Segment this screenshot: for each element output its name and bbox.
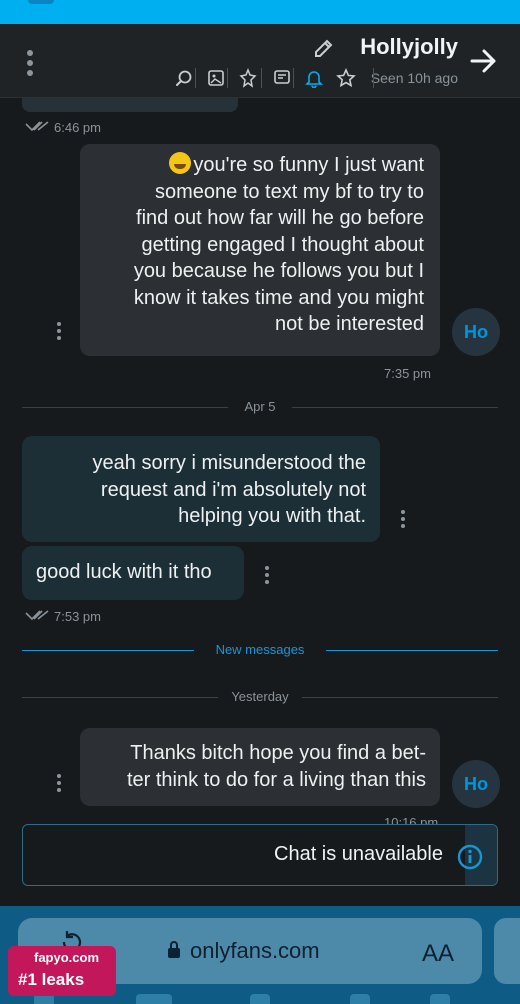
date-divider-line <box>292 407 498 408</box>
date-divider-line <box>302 697 498 698</box>
message-time: 7:53 pm <box>54 609 101 624</box>
message-options-icon[interactable] <box>54 774 64 796</box>
message-options-icon[interactable] <box>54 322 64 344</box>
last-seen-text: Seen 10h ago <box>370 70 458 86</box>
message-time: 7:35 pm <box>384 366 431 381</box>
header-divider <box>195 68 196 88</box>
new-messages-line <box>326 650 498 651</box>
media-icon[interactable] <box>206 68 226 88</box>
star-icon[interactable] <box>336 68 356 88</box>
message-time: 6:46 pm <box>54 120 101 135</box>
message-bubble-incoming[interactable]: you're so funny I just want someone to t… <box>80 144 440 356</box>
avatar[interactable]: Ho <box>452 308 500 356</box>
search-icon[interactable] <box>174 68 194 88</box>
message-line: you're so funny I just want <box>90 152 424 179</box>
message-line: ter think to do for a living than this <box>126 768 426 791</box>
message-options-icon[interactable] <box>262 566 272 588</box>
message-icon[interactable] <box>272 68 292 88</box>
header-divider <box>227 68 228 88</box>
watermark-site: fapyo.com <box>34 950 100 965</box>
message-line: someone to text my bf to try to <box>154 180 424 203</box>
double-check-icon <box>25 610 49 621</box>
info-icon <box>457 844 483 870</box>
date-divider-label: Yesterday <box>231 689 289 704</box>
previous-message-bubble <box>22 98 238 112</box>
status-clock <box>414 0 454 6</box>
watermark-logo: fapyo.com #1 leaks <box>8 946 116 996</box>
message-line: know it takes time and you might <box>133 286 424 309</box>
lock-icon <box>168 941 180 958</box>
double-check-icon <box>25 121 49 132</box>
toolbar-icon[interactable] <box>136 994 172 1004</box>
more-icon[interactable] <box>24 50 36 78</box>
header-divider <box>293 68 294 88</box>
status-icon <box>28 0 54 4</box>
chat-unavailable-banner: Chat is unavailable <box>22 824 498 886</box>
message-bubble-outgoing[interactable]: yeah sorry i misunderstood the request a… <box>22 436 380 542</box>
chat-title[interactable]: Hollyjolly <box>360 34 458 60</box>
toolbar-icon[interactable] <box>430 994 450 1004</box>
laughing-face-emoji-icon <box>169 152 192 174</box>
new-messages-line <box>22 650 194 651</box>
message-bubble-incoming[interactable]: Thanks bitch hope you find a bet- ter th… <box>80 728 440 806</box>
message-line: you because he follows you but I <box>133 260 424 282</box>
url-text: onlyfans.com <box>190 938 320 963</box>
header-divider <box>373 68 374 88</box>
toolbar-icon[interactable] <box>350 994 370 1004</box>
message-options-icon[interactable] <box>398 510 408 532</box>
message-line: not be interested <box>275 313 424 335</box>
toolbar-icon[interactable] <box>250 994 270 1004</box>
edit-icon[interactable] <box>312 38 334 60</box>
back-arrow-icon[interactable] <box>468 46 498 76</box>
bell-icon[interactable] <box>304 68 324 88</box>
message-time: 10:16 pm <box>384 815 439 824</box>
pin-icon[interactable] <box>238 68 258 88</box>
avatar[interactable]: Ho <box>452 760 500 808</box>
message-line: request and i'm absolutely not <box>100 478 366 501</box>
header-divider <box>261 68 262 88</box>
message-line: Thanks bitch hope you find a bet- <box>130 742 426 764</box>
date-divider-label: Apr 5 <box>244 399 276 414</box>
message-text: good luck with it tho <box>36 561 212 583</box>
tab-button[interactable] <box>494 918 520 984</box>
message-line: find out how far will he go before <box>136 207 424 229</box>
date-divider-line <box>22 697 218 698</box>
watermark-tagline: #1 leaks <box>18 970 85 989</box>
chat-header: Hollyjolly Seen 10h ago <box>0 24 520 98</box>
date-divider-line <box>22 407 228 408</box>
message-bubble-outgoing[interactable]: good luck with it tho <box>22 546 244 600</box>
chat-unavailable-text: Chat is unavailable <box>274 843 443 865</box>
message-line: helping you with that. <box>178 505 366 527</box>
reader-mode-button[interactable]: AA <box>422 940 454 968</box>
new-messages-label: New messages <box>215 642 305 657</box>
message-line: getting engaged I thought about <box>141 233 424 256</box>
status-bar <box>0 0 520 24</box>
message-line: yeah sorry i misunderstood the <box>92 452 366 474</box>
